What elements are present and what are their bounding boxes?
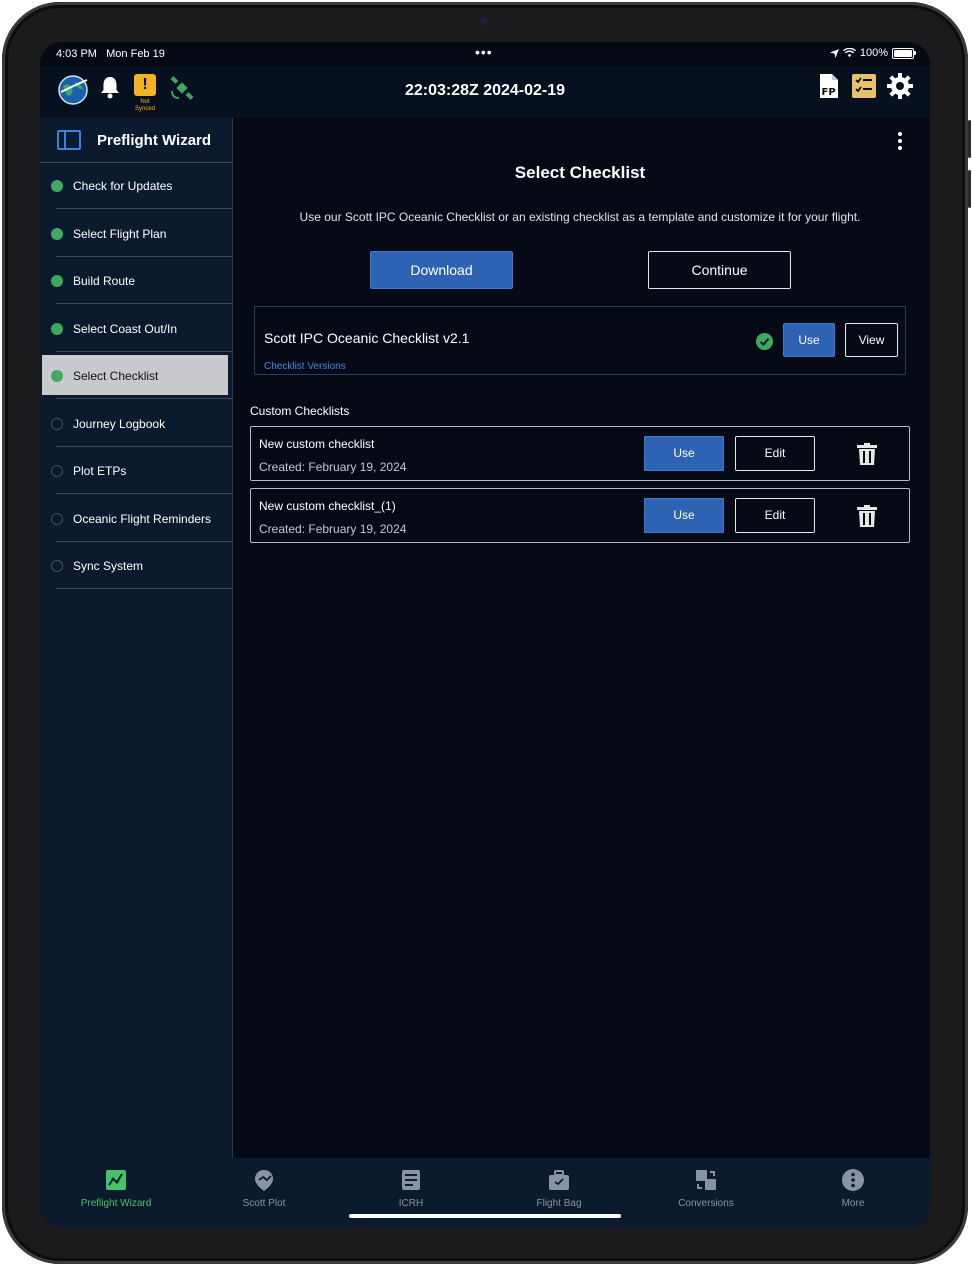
more-options-icon[interactable] (898, 132, 902, 153)
multitask-dots-icon[interactable]: ••• (475, 44, 493, 60)
tab-scott-plot[interactable]: Scott Plot (190, 1158, 338, 1228)
scott-checklist-card: Scott IPC Oceanic Checklist v2.1 Checkli… (254, 306, 906, 375)
utc-clock: 22:03:28Z 2024-02-19 (404, 82, 566, 99)
divider (56, 588, 232, 589)
location-arrow-icon (829, 48, 839, 58)
custom-checklist-name: New custom checklist_(1) (259, 499, 396, 513)
custom-checklist-date: Created: February 19, 2024 (259, 522, 407, 536)
step-pending-icon (51, 560, 63, 572)
front-camera (480, 17, 488, 25)
scott-use-button[interactable]: Use (783, 323, 835, 357)
download-button[interactable]: Download (370, 251, 513, 289)
status-date: Mon Feb 19 (106, 48, 165, 60)
custom-checklist-date: Created: February 19, 2024 (259, 460, 407, 474)
tab-label: Flight Bag (536, 1198, 582, 1209)
sidebar-item-select-flight-plan[interactable]: Select Flight Plan (40, 210, 232, 257)
step-pending-icon (51, 417, 63, 430)
checklist-versions-link[interactable]: Checklist Versions (264, 361, 346, 372)
tab-more[interactable]: More (779, 1158, 927, 1228)
sidebar-toggle-icon[interactable] (57, 130, 81, 150)
flight-plan-file-icon[interactable]: FP (818, 73, 840, 99)
tab-conversions[interactable]: Conversions (632, 1158, 780, 1228)
checklist-icon[interactable] (852, 74, 876, 98)
step-complete-icon (51, 275, 63, 287)
trash-icon[interactable] (857, 443, 877, 465)
scott-checklist-name: Scott IPC Oceanic Checklist v2.1 (264, 330, 470, 346)
tab-label: More (841, 1198, 865, 1209)
sidebar-item-label: Build Route (73, 274, 136, 288)
sidebar-item-label: Oceanic Flight Reminders (73, 511, 212, 526)
sidebar-header: Preflight Wizard (40, 118, 232, 163)
battery-icon (892, 47, 916, 59)
status-bar: 4:03 PM Mon Feb 19 ••• 100% (40, 42, 930, 66)
sidebar-item-label: Check for Updates (73, 179, 173, 193)
selected-check-icon (756, 333, 773, 350)
conversion-icon (696, 1170, 716, 1190)
page-description: Use our Scott IPC Oceanic Checklist or a… (299, 210, 861, 224)
sidebar-item-label: Select Coast Out/In (73, 321, 178, 336)
step-complete-icon (51, 227, 63, 240)
sidebar-item-plot-etps[interactable]: Plot ETPs (40, 447, 232, 494)
step-complete-icon (51, 322, 63, 335)
book-icon (402, 1170, 420, 1190)
sidebar-item-label: Journey Logbook (73, 416, 166, 431)
custom-use-button[interactable]: Use (644, 498, 724, 533)
sidebar-title: Preflight Wizard (97, 132, 212, 149)
map-pin-icon (255, 1170, 273, 1191)
svg-text:FP: FP (822, 87, 836, 98)
custom-checklists-heading: Custom Checklists (250, 404, 350, 418)
tab-label: Conversions (678, 1198, 734, 1209)
sidebar-item-oceanic-flight-reminders[interactable]: Oceanic Flight Reminders (40, 495, 232, 542)
gear-icon[interactable] (887, 73, 913, 99)
trash-icon[interactable] (857, 505, 877, 527)
step-pending-icon (51, 465, 63, 477)
custom-edit-button[interactable]: Edit (735, 498, 815, 533)
custom-use-button[interactable]: Use (644, 436, 724, 471)
sidebar-item-journey-logbook[interactable]: Journey Logbook (40, 400, 232, 447)
main-content: Select Checklist Use our Scott IPC Ocean… (233, 118, 930, 1158)
home-indicator[interactable] (349, 1214, 621, 1218)
step-pending-icon (51, 512, 63, 525)
step-complete-icon (51, 180, 63, 192)
tab-label: Scott Plot (242, 1198, 286, 1209)
sidebar-item-check-for-updates[interactable]: Check for Updates (40, 162, 232, 209)
sidebar-item-select-checklist[interactable]: Select Checklist (40, 352, 232, 399)
sidebar: Preflight Wizard Check for Updates Select… (40, 118, 233, 1158)
device-volume-button (968, 170, 971, 208)
device-top-button (968, 120, 971, 158)
app-header: ! Not Synced 22:03:28Z 2024-02-19 FP (40, 66, 930, 118)
scott-view-button[interactable]: View (845, 323, 898, 357)
wifi-icon (842, 48, 856, 58)
status-time: 4:03 PM (56, 48, 97, 60)
more-circle-icon (842, 1169, 864, 1191)
sync-status-label: Not Synced (134, 99, 155, 112)
tab-label: ICRH (398, 1198, 424, 1209)
briefcase-icon (549, 1170, 569, 1190)
sidebar-item-sync-system[interactable]: Sync System (40, 542, 232, 589)
app-screen: 4:03 PM Mon Feb 19 ••• 100% ! Not Synced (40, 42, 930, 1228)
custom-checklist-row: New custom checklist_(1) Created: Februa… (250, 488, 910, 543)
sidebar-item-select-coast-out-in[interactable]: Select Coast Out/In (40, 305, 232, 352)
battery-percent: 100% (859, 47, 888, 59)
custom-checklist-name: New custom checklist (259, 437, 375, 451)
custom-edit-button[interactable]: Edit (735, 436, 815, 471)
status-right: 100% (829, 47, 916, 59)
wizard-chart-icon (106, 1170, 126, 1190)
tab-preflight-wizard[interactable]: Preflight Wizard (42, 1158, 190, 1228)
sidebar-item-label: Select Checklist (73, 369, 159, 383)
step-complete-icon (51, 370, 63, 382)
continue-button[interactable]: Continue (648, 251, 791, 289)
custom-checklist-row: New custom checklist Created: February 1… (250, 426, 910, 481)
sidebar-item-label: Sync System (73, 559, 144, 573)
sidebar-item-build-route[interactable]: Build Route (40, 257, 232, 304)
sidebar-item-label: Plot ETPs (73, 464, 127, 478)
tab-label: Preflight Wizard (80, 1198, 152, 1209)
sidebar-item-label: Select Flight Plan (73, 226, 167, 241)
page-title: Select Checklist (514, 163, 646, 182)
